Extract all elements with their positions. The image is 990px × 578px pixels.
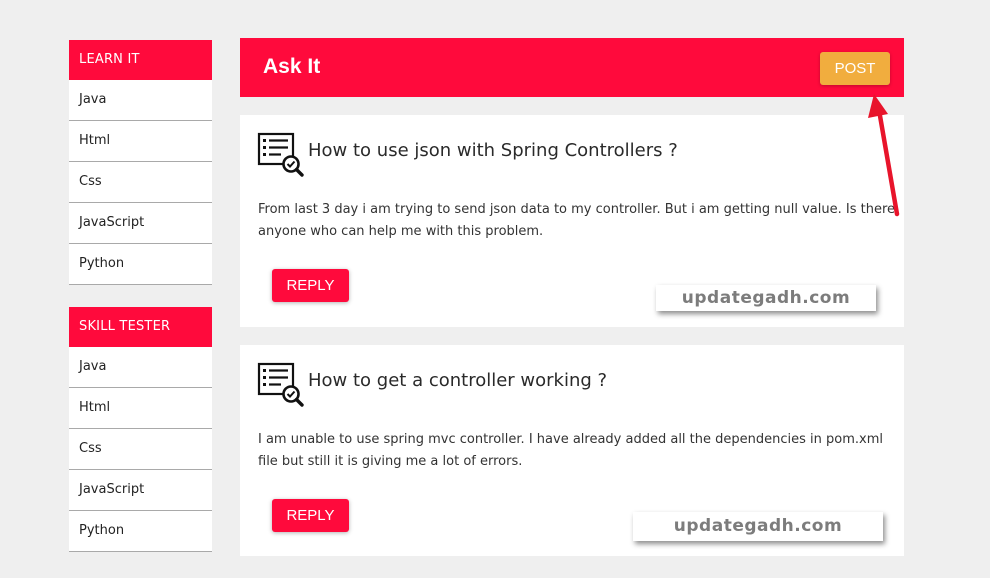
learn-it-heading: LEARN IT — [69, 40, 212, 80]
sidebar-item-javascript[interactable]: JavaScript — [69, 470, 212, 511]
page-title: Ask It — [263, 55, 321, 78]
sidebar-item-javascript[interactable]: JavaScript — [69, 203, 212, 244]
list-search-icon — [257, 132, 304, 177]
watermark: updategadh.com — [633, 512, 883, 541]
ask-it-header: Ask It POST — [240, 38, 904, 97]
sidebar-item-python[interactable]: Python — [69, 511, 212, 552]
question-title[interactable]: How to use json with Spring Controllers … — [308, 140, 678, 161]
question-body: From last 3 day i am trying to send json… — [258, 202, 896, 239]
reply-button[interactable]: REPLY — [272, 269, 349, 302]
main-content: Ask It POST How to use json with Spring … — [240, 38, 904, 556]
sidebar: LEARN IT Java Html Css JavaScript Python… — [69, 40, 212, 574]
reply-button[interactable]: REPLY — [272, 499, 349, 532]
sidebar-item-html[interactable]: Html — [69, 388, 212, 429]
sidebar-item-python[interactable]: Python — [69, 244, 212, 285]
sidebar-item-java[interactable]: Java — [69, 347, 212, 388]
post-button[interactable]: POST — [820, 52, 890, 85]
skill-tester-section: SKILL TESTER Java Html Css JavaScript Py… — [69, 307, 212, 552]
list-search-icon — [257, 362, 304, 407]
sidebar-item-css[interactable]: Css — [69, 162, 212, 203]
learn-it-section: LEARN IT Java Html Css JavaScript Python — [69, 40, 212, 285]
watermark: updategadh.com — [656, 285, 876, 311]
question-body: I am unable to use spring mvc controller… — [258, 432, 883, 469]
red-arrow-icon — [868, 94, 900, 217]
sidebar-item-java[interactable]: Java — [69, 80, 212, 121]
sidebar-item-html[interactable]: Html — [69, 121, 212, 162]
question-title[interactable]: How to get a controller working ? — [308, 370, 607, 391]
sidebar-item-css[interactable]: Css — [69, 429, 212, 470]
skill-tester-heading: SKILL TESTER — [69, 307, 212, 347]
